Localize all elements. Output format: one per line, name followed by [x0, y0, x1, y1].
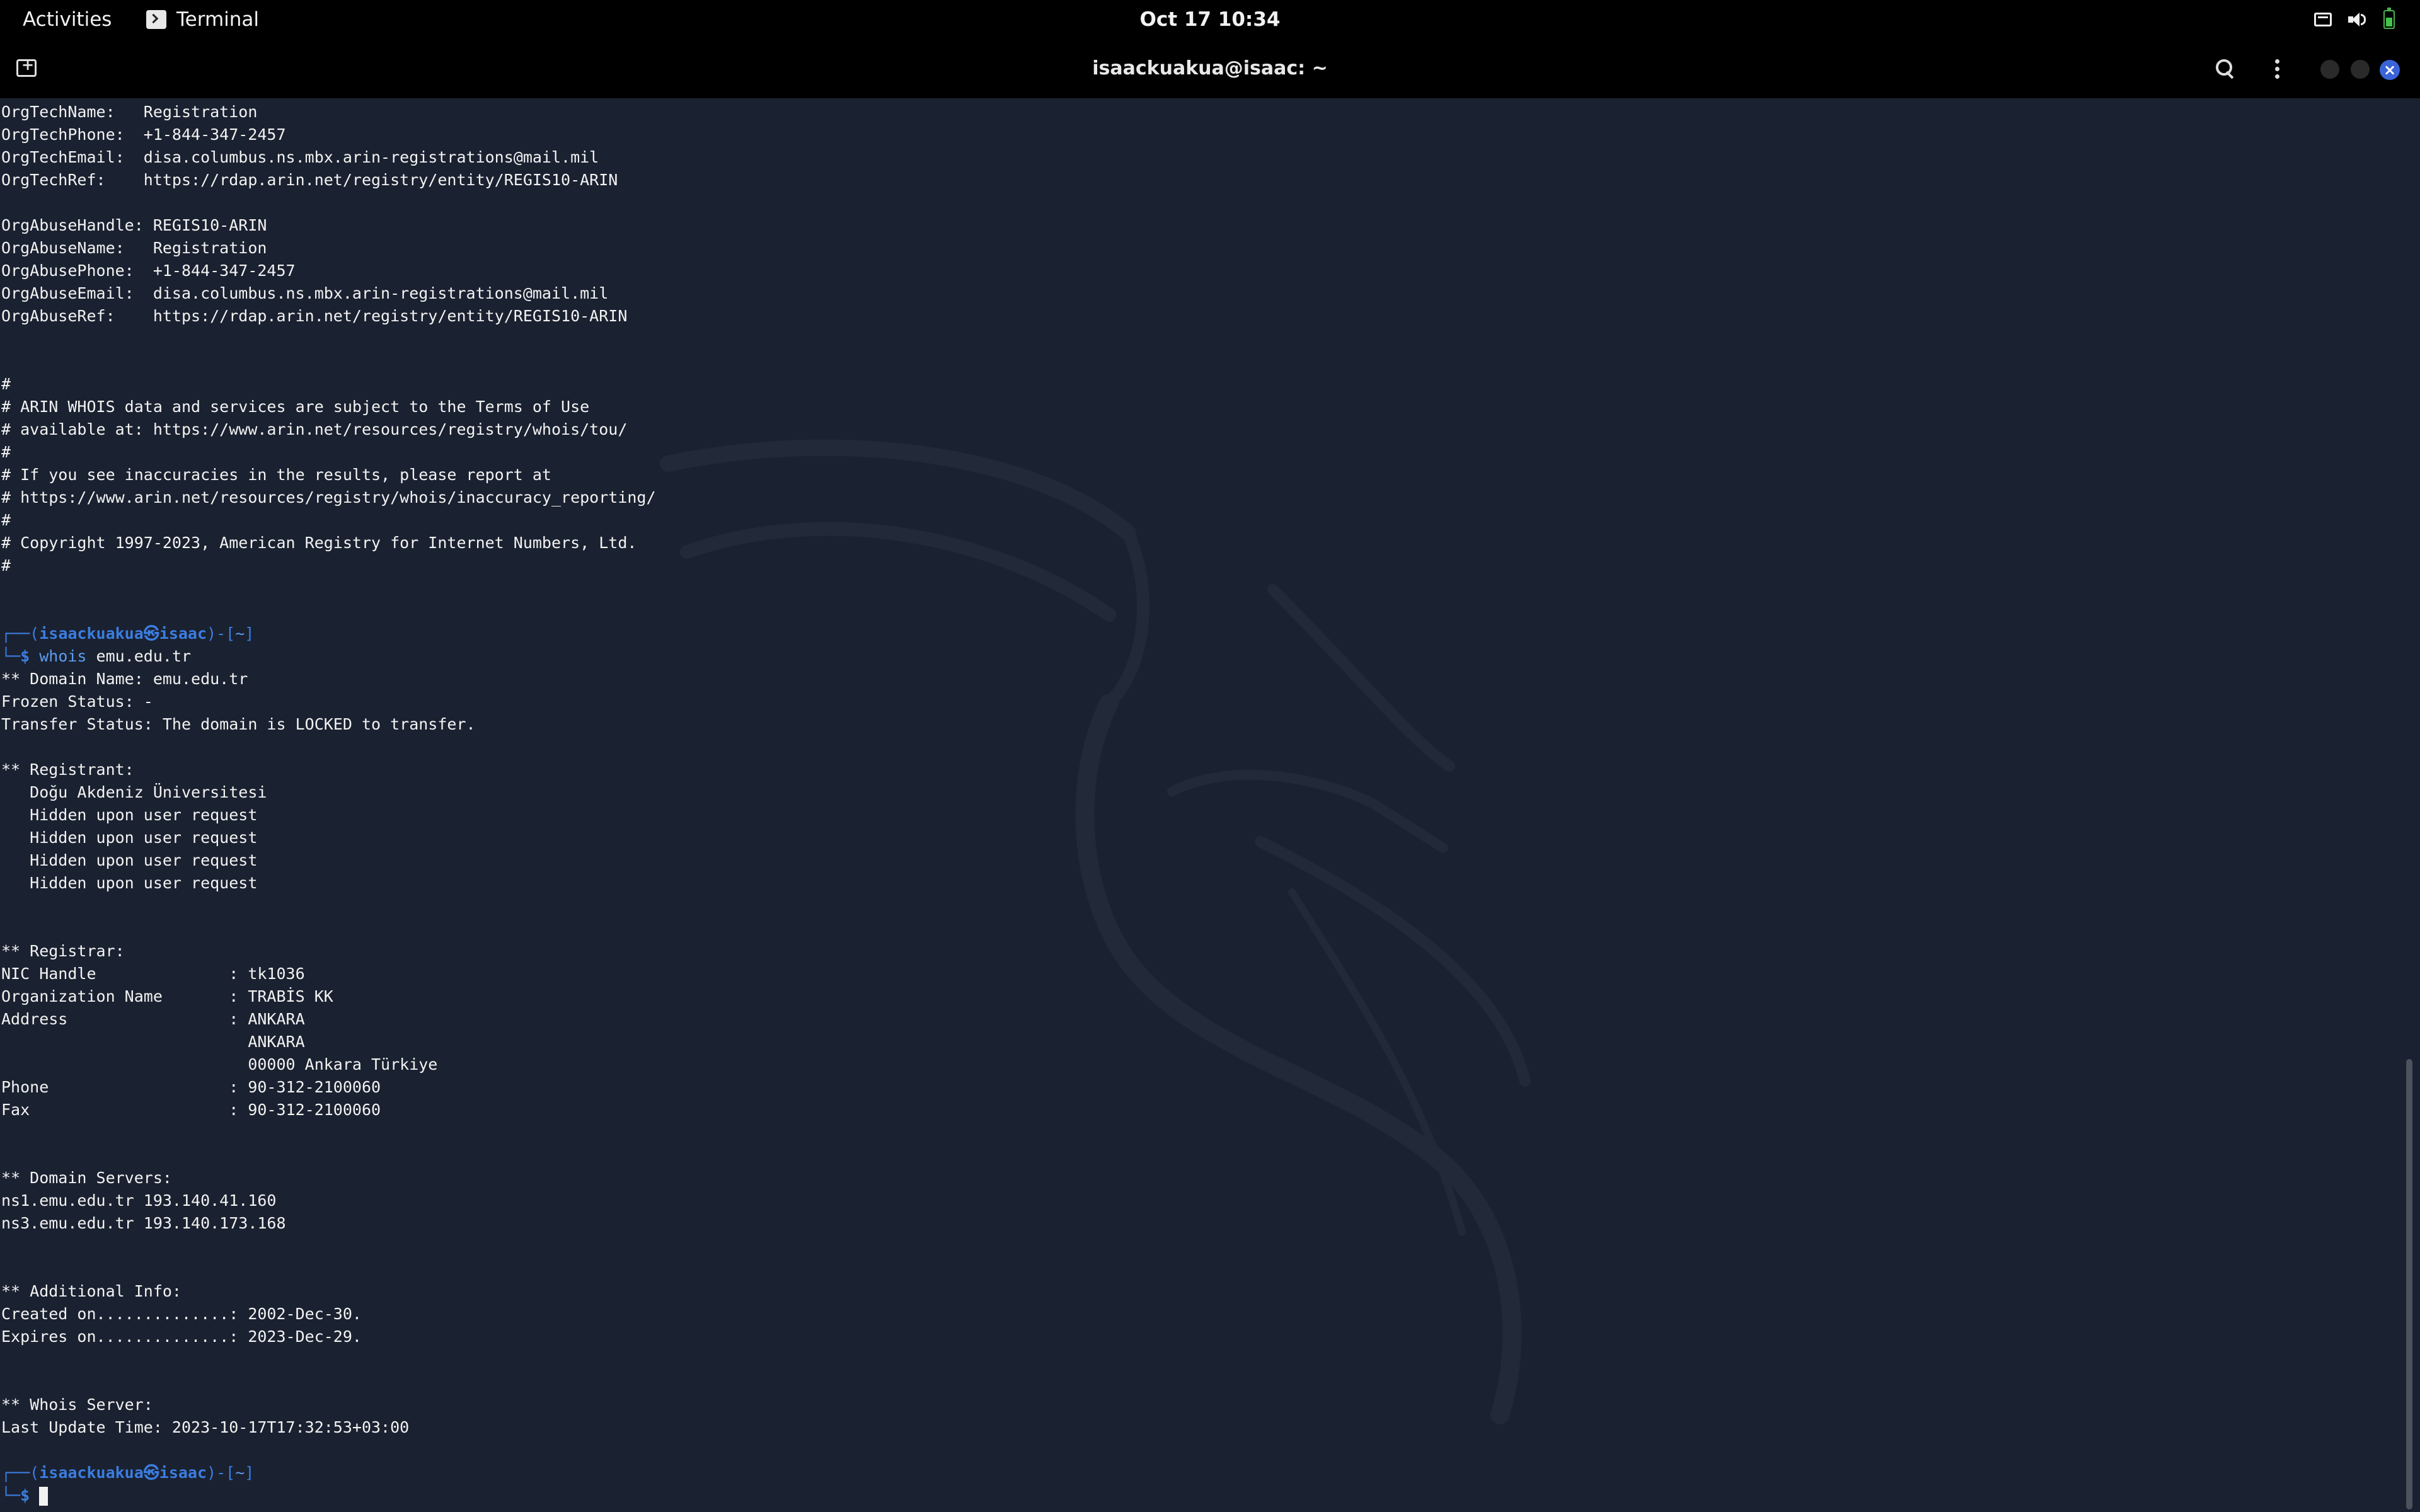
prompt-user-host: isaackuakua㉿isaac [39, 624, 207, 643]
terminal-line: Transfer Status: The domain is LOCKED to… [1, 715, 476, 733]
terminal-line: Address : ANKARA [1, 1010, 305, 1028]
terminal-line: # [1, 375, 11, 393]
prompt-dir: ~ [235, 624, 245, 643]
terminal-line: # Copyright 1997-2023, American Registry… [1, 534, 637, 552]
command-name: whois [39, 647, 87, 665]
terminal-line: ns1.emu.edu.tr 193.140.41.160 [1, 1191, 277, 1210]
input-line: └─$ [1, 1484, 656, 1507]
terminal-line: # available at: https://www.arin.net/res… [1, 420, 628, 438]
terminal-view[interactable]: OrgTechName: Registration OrgTechPhone: +… [0, 98, 2420, 1512]
command-args: emu.edu.tr [86, 647, 192, 665]
terminal-line: ANKARA [1, 1033, 305, 1051]
close-icon: × [2383, 61, 2397, 79]
minimize-button[interactable] [2320, 60, 2339, 79]
activities-button[interactable]: Activities [23, 0, 112, 39]
prompt-user-host: isaackuakua㉿isaac [39, 1463, 207, 1482]
terminal-line: ** Registrar: [1, 942, 125, 960]
terminal-line: Phone : 90-312-2100060 [1, 1078, 381, 1096]
menu-button[interactable] [2267, 57, 2286, 82]
terminal-line: # [1, 443, 11, 461]
terminal-line: ** Domain Servers: [1, 1169, 172, 1187]
terminal-line: OrgAbusePhone: +1-844-347-2457 [1, 261, 296, 280]
terminal-line: 00000 Ankara Türkiye [1, 1055, 438, 1074]
prompt-line: ┌──(isaackuakua㉿isaac)-[~] [1, 1463, 255, 1482]
terminal-line: Fax : 90-312-2100060 [1, 1101, 381, 1119]
terminal-line: # [1, 511, 11, 529]
clock-area: Oct 17 10:34 [0, 0, 2420, 39]
maximize-button[interactable] [2351, 60, 2370, 79]
terminal-line: Doğu Akdeniz Üniversitesi [1, 783, 267, 801]
terminal-line: Organization Name : TRABİS KK [1, 987, 333, 1005]
terminal-line: OrgAbuseRef: https://rdap.arin.net/regis… [1, 307, 628, 325]
system-tray[interactable] [2314, 0, 2395, 39]
terminal-line: ns3.emu.edu.tr 193.140.173.168 [1, 1214, 286, 1232]
volume-icon[interactable] [2348, 11, 2367, 28]
terminal-line: ** Registrant: [1, 760, 134, 779]
terminal-line: OrgAbuseName: Registration [1, 239, 267, 257]
terminal-line: Hidden upon user request [1, 874, 258, 892]
top-bar: Activities Terminal Oct 17 10:34 [0, 0, 2420, 39]
battery-icon[interactable] [2383, 8, 2395, 29]
app-menu-label: Terminal [176, 8, 260, 31]
terminal-line: OrgTechEmail: disa.columbus.ns.mbx.arin-… [1, 148, 599, 166]
clock[interactable]: Oct 17 10:34 [1140, 8, 1281, 31]
close-button[interactable]: × [2380, 60, 2400, 80]
terminal-line: ** Domain Name: emu.edu.tr [1, 670, 248, 688]
prompt-line: ┌──(isaackuakua㉿isaac)-[~] [1, 624, 255, 643]
prompt-dir: ~ [235, 1463, 245, 1482]
terminal-line: Hidden upon user request [1, 806, 258, 824]
terminal-line: OrgTechName: Registration [1, 103, 258, 121]
search-button[interactable] [2215, 58, 2236, 79]
terminal-line: OrgTechPhone: +1-844-347-2457 [1, 125, 286, 144]
terminal-line: Hidden upon user request [1, 851, 258, 869]
command-line: └─$ whois emu.edu.tr [1, 647, 192, 665]
terminal-line: # ARIN WHOIS data and services are subje… [1, 398, 590, 416]
screen-icon[interactable] [2314, 13, 2332, 26]
terminal-line: ** Whois Server: [1, 1395, 153, 1414]
terminal-line: Hidden upon user request [1, 828, 258, 847]
terminal-line: OrgAbuseHandle: REGIS10-ARIN [1, 216, 267, 234]
terminal-line: OrgAbuseEmail: disa.columbus.ns.mbx.arin… [1, 284, 609, 302]
terminal-line: # [1, 556, 11, 575]
terminal-scrollbar[interactable] [2406, 1059, 2412, 1509]
terminal-line: # https://www.arin.net/resources/registr… [1, 488, 656, 507]
terminal-line: Expires on..............: 2023-Dec-29. [1, 1327, 362, 1346]
window-title: isaackuakua@isaac: ~ [1092, 57, 1328, 79]
terminal-line: Last Update Time: 2023-10-17T17:32:53+03… [1, 1418, 410, 1436]
terminal-output[interactable]: OrgTechName: Registration OrgTechPhone: +… [1, 101, 656, 1507]
terminal-line: Frozen Status: - [1, 692, 153, 711]
cursor[interactable] [39, 1487, 49, 1506]
terminal-title-bar[interactable]: isaackuakua@isaac: ~ × [0, 39, 2420, 98]
terminal-line: NIC Handle : tk1036 [1, 965, 305, 983]
terminal-app-icon [146, 10, 166, 29]
terminal-line: ** Additional Info: [1, 1282, 182, 1300]
terminal-line: OrgTechRef: https://rdap.arin.net/regist… [1, 171, 618, 189]
app-menu[interactable]: Terminal [146, 0, 259, 39]
terminal-line: Created on..............: 2002-Dec-30. [1, 1305, 362, 1323]
terminal-line: # If you see inaccuracies in the results… [1, 466, 551, 484]
